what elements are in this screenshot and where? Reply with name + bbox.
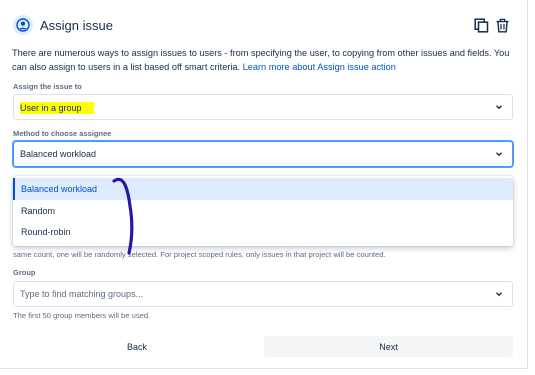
group-search-input[interactable]: Type to find matching groups... [13, 281, 513, 307]
learn-more-link[interactable]: Learn more about Assign issue action [243, 62, 396, 72]
assign-to-select[interactable]: User in a group [13, 94, 513, 120]
next-button[interactable]: Next [264, 336, 513, 357]
option-round-robin[interactable]: Round-robin [13, 221, 513, 243]
method-value: Balanced workload [20, 149, 97, 159]
chevron-down-icon [495, 103, 503, 113]
assign-to-value: User in a group [20, 102, 94, 114]
copy-icon[interactable] [472, 16, 490, 34]
chevron-down-icon [495, 290, 503, 300]
option-label: Balanced workload [21, 184, 98, 194]
option-label: Round-robin [21, 227, 71, 237]
group-help-text: The first 50 group members will be used. [13, 311, 151, 320]
trash-icon[interactable] [493, 16, 511, 34]
option-label: Random [21, 206, 56, 216]
method-label: Method to choose assignee [13, 129, 112, 138]
option-balanced-workload[interactable]: Balanced workload [13, 178, 513, 200]
panel-header: Assign issue [12, 14, 512, 38]
group-label: Group [13, 268, 36, 277]
method-help-text: same count, one will be randomly selecte… [13, 250, 386, 259]
method-select[interactable]: Balanced workload [13, 141, 513, 167]
method-dropdown-menu: Balanced workload Random Round-robin [13, 176, 513, 246]
assign-to-label: Assign the issue to [13, 82, 82, 91]
panel-title: Assign issue [40, 18, 113, 33]
chevron-down-icon [495, 150, 503, 160]
option-random[interactable]: Random [13, 200, 513, 222]
back-button[interactable]: Back [13, 336, 261, 357]
user-circle-icon [13, 15, 33, 35]
group-placeholder: Type to find matching groups... [20, 289, 144, 299]
action-description: There are numerous ways to assign issues… [12, 46, 517, 74]
